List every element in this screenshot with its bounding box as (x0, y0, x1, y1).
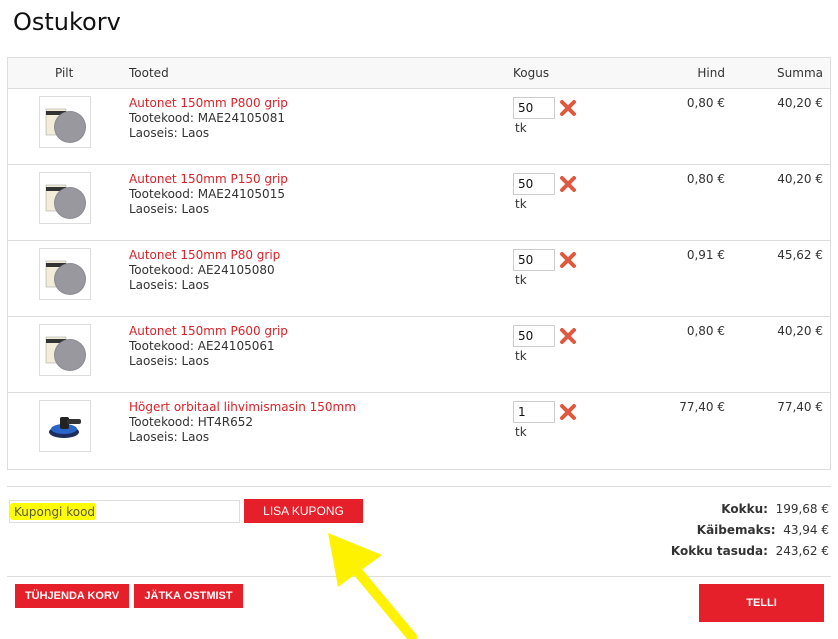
order-totals: Kokku: 199,68 € Käibemaks: 43,94 € Kokku… (671, 499, 829, 562)
vat-label: Käibemaks: (696, 523, 776, 537)
remove-x-icon[interactable] (559, 403, 577, 421)
table-row: Högert orbitaal lihvimismasin 150mm Toot… (8, 393, 830, 470)
grand-total-label: Kokku tasuda: (670, 544, 768, 558)
header-image: Pilt (55, 66, 74, 80)
header-products: Tooted (129, 66, 169, 80)
add-coupon-button[interactable]: LISA KUPONG (244, 499, 363, 523)
unit-price: 0,80 € (686, 96, 725, 110)
line-total: 40,20 € (777, 96, 823, 110)
quantity-unit: tk (515, 121, 527, 135)
product-code: Tootekood: AE24105080 (129, 263, 275, 277)
product-thumbnail[interactable] (39, 96, 91, 148)
quantity-unit: tk (515, 273, 527, 287)
quantity-input[interactable] (513, 325, 555, 347)
product-code: Tootekood: MAE24105015 (129, 187, 285, 201)
subtotal-label: Kokku: (721, 502, 768, 516)
unit-price: 77,40 € (679, 400, 725, 414)
empty-cart-button[interactable]: TÜHJENDA KORV (15, 584, 129, 608)
product-stock: Laoseis: Laos (129, 278, 210, 292)
quantity-input[interactable] (513, 401, 555, 423)
product-name-link[interactable]: Autonet 150mm P150 grip (129, 172, 288, 187)
quantity-unit: tk (515, 197, 527, 211)
quantity-input[interactable] (513, 173, 555, 195)
order-button[interactable]: TELLI (699, 584, 824, 622)
yellow-arrow-annotation (328, 533, 417, 639)
header-quantity: Kogus (513, 66, 550, 80)
product-name-link[interactable]: Autonet 150mm P80 grip (129, 248, 280, 263)
table-row: Autonet 150mm P150 grip Tootekood: MAE24… (8, 165, 830, 241)
header-total: Summa (777, 66, 823, 80)
product-stock: Laoseis: Laos (129, 126, 210, 140)
product-code: Tootekood: MAE24105081 (129, 111, 285, 125)
table-header: Pilt Tooted Kogus Hind Summa (8, 58, 830, 89)
product-code: Tootekood: AE24105061 (129, 339, 275, 353)
header-price: Hind (697, 66, 725, 80)
product-name-link[interactable]: Högert orbitaal lihvimismasin 150mm (129, 400, 356, 415)
line-total: 40,20 € (777, 324, 823, 338)
product-stock: Laoseis: Laos (129, 202, 210, 216)
quantity-unit: tk (515, 349, 527, 363)
table-row: Autonet 150mm P600 grip Tootekood: AE241… (8, 317, 830, 393)
unit-price: 0,80 € (686, 324, 725, 338)
product-name-link[interactable]: Autonet 150mm P800 grip (129, 96, 288, 111)
page-title: Ostukorv (13, 8, 121, 36)
section-divider (7, 486, 831, 487)
product-code: Tootekood: HT4R652 (129, 415, 253, 429)
line-total: 45,62 € (777, 248, 823, 262)
subtotal-value: 199,68 € (775, 502, 829, 516)
product-stock: Laoseis: Laos (129, 354, 210, 368)
quantity-input[interactable] (513, 97, 555, 119)
vat-value: 43,94 € (783, 523, 829, 537)
cart-table: Pilt Tooted Kogus Hind Summa Autonet 150… (7, 57, 831, 470)
remove-x-icon[interactable] (559, 251, 577, 269)
product-stock: Laoseis: Laos (129, 430, 210, 444)
product-name-link[interactable]: Autonet 150mm P600 grip (129, 324, 288, 339)
remove-x-icon[interactable] (559, 327, 577, 345)
line-total: 40,20 € (777, 172, 823, 186)
product-thumbnail[interactable] (39, 172, 91, 224)
grand-total-value: 243,62 € (775, 544, 829, 558)
product-thumbnail[interactable] (39, 248, 91, 300)
table-row: Autonet 150mm P800 grip Tootekood: MAE24… (8, 89, 830, 165)
quantity-unit: tk (515, 425, 527, 439)
remove-x-icon[interactable] (559, 99, 577, 117)
unit-price: 0,91 € (686, 248, 725, 262)
product-thumbnail[interactable] (39, 400, 91, 452)
line-total: 77,40 € (777, 400, 823, 414)
remove-x-icon[interactable] (559, 175, 577, 193)
table-row: Autonet 150mm P80 grip Tootekood: AE2410… (8, 241, 830, 317)
unit-price: 0,80 € (686, 172, 725, 186)
product-thumbnail[interactable] (39, 324, 91, 376)
continue-shopping-button[interactable]: JÄTKA OSTMIST (134, 584, 243, 608)
quantity-input[interactable] (513, 249, 555, 271)
coupon-code-input[interactable] (9, 500, 240, 523)
